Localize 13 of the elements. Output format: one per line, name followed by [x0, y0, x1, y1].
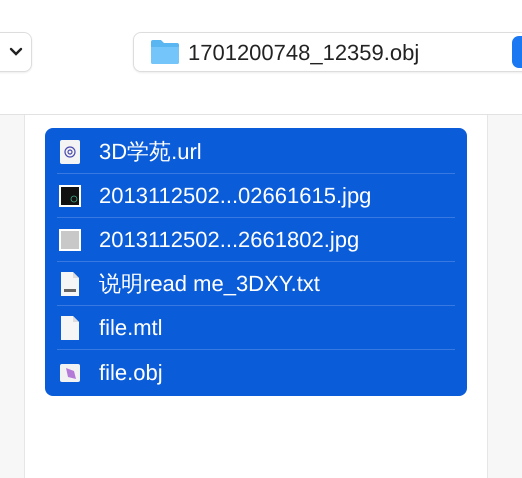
file-row[interactable]: 3D学苑.url — [57, 130, 455, 174]
image-thumbnail-icon — [59, 182, 81, 208]
path-field[interactable]: 1701200748_12359.obj — [133, 32, 522, 72]
text-file-icon — [59, 270, 81, 296]
file-row[interactable]: 说明read me_3DXY.txt — [57, 262, 455, 306]
file-row[interactable]: 2013112502...2661802.jpg — [57, 218, 455, 262]
document-icon — [59, 314, 81, 340]
image-thumbnail-icon — [59, 226, 81, 252]
folder-icon — [150, 39, 180, 65]
file-row[interactable]: 2013112502...02661615.jpg — [57, 174, 455, 218]
file-row[interactable]: file.obj — [57, 350, 455, 394]
file-row[interactable]: file.mtl — [57, 306, 455, 350]
chevron-down-icon — [9, 47, 23, 57]
